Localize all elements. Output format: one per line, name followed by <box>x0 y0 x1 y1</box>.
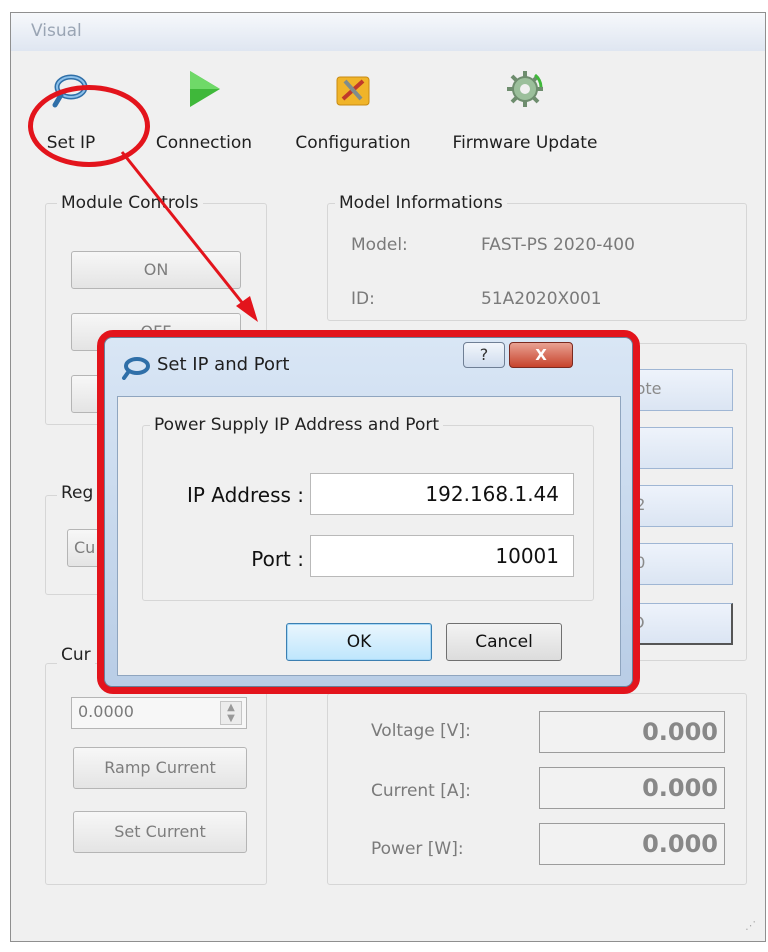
window-title: Visual <box>31 21 82 41</box>
close-icon: X <box>535 346 547 364</box>
id-label: ID: <box>351 289 375 309</box>
window-title-bar: Visual <box>11 13 765 51</box>
cancel-button[interactable]: Cancel <box>446 623 562 661</box>
module-controls-title: Module Controls <box>57 193 203 213</box>
model-info-title: Model Informations <box>335 193 507 213</box>
gear-update-icon <box>507 71 543 107</box>
spin-arrows-icon[interactable]: ▲ ▼ <box>220 701 242 725</box>
current-spin-value: 0.0000 <box>78 702 134 721</box>
current-label: Current [A]: <box>371 781 471 801</box>
on-button[interactable]: ON <box>71 251 241 289</box>
ip-address-input[interactable]: 192.168.1.44 <box>310 473 574 515</box>
voltage-value: 0.000 <box>539 711 725 753</box>
ramp-current-button[interactable]: Ramp Current <box>73 747 247 789</box>
connection-label: Connection <box>155 133 253 153</box>
firmware-update-label: Firmware Update <box>452 133 598 153</box>
dialog-client: Power Supply IP Address and Port IP Addr… <box>117 396 621 676</box>
port-input[interactable]: 10001 <box>310 535 574 577</box>
model-value: FAST-PS 2020-400 <box>481 235 635 255</box>
play-icon <box>190 71 220 107</box>
set-current-button[interactable]: Set Current <box>73 811 247 853</box>
ip-address-label: IP Address : <box>186 483 304 507</box>
help-icon: ? <box>479 345 489 364</box>
close-button[interactable]: X <box>509 342 573 368</box>
dialog-frame: Set IP and Port ? X Power Supply IP Addr… <box>104 337 633 687</box>
regulation-title: Reg <box>57 483 98 503</box>
port-label: Port : <box>251 547 304 571</box>
ip-port-group-title: Power Supply IP Address and Port <box>150 415 443 435</box>
help-button[interactable]: ? <box>463 342 505 368</box>
current-value: 0.000 <box>539 767 725 809</box>
ok-button[interactable]: OK <box>286 623 432 661</box>
dialog-title: Set IP and Port <box>157 354 290 375</box>
cable-icon <box>122 357 150 380</box>
voltage-label: Voltage [V]: <box>371 721 471 741</box>
configuration-label: Configuration <box>295 133 411 153</box>
resize-grip-icon[interactable]: ⋰ <box>745 919 759 933</box>
current-title: Cur <box>57 645 95 665</box>
tools-icon <box>336 76 370 106</box>
current-spinbox[interactable]: 0.0000 ▲ ▼ <box>71 697 247 729</box>
set-ip-dialog: Set IP and Port ? X Power Supply IP Addr… <box>97 330 640 694</box>
annotation-circle <box>28 85 150 167</box>
power-label: Power [W]: <box>371 839 464 859</box>
power-value: 0.000 <box>539 823 725 865</box>
model-label: Model: <box>351 235 408 255</box>
id-value: 51A2020X001 <box>481 289 602 309</box>
